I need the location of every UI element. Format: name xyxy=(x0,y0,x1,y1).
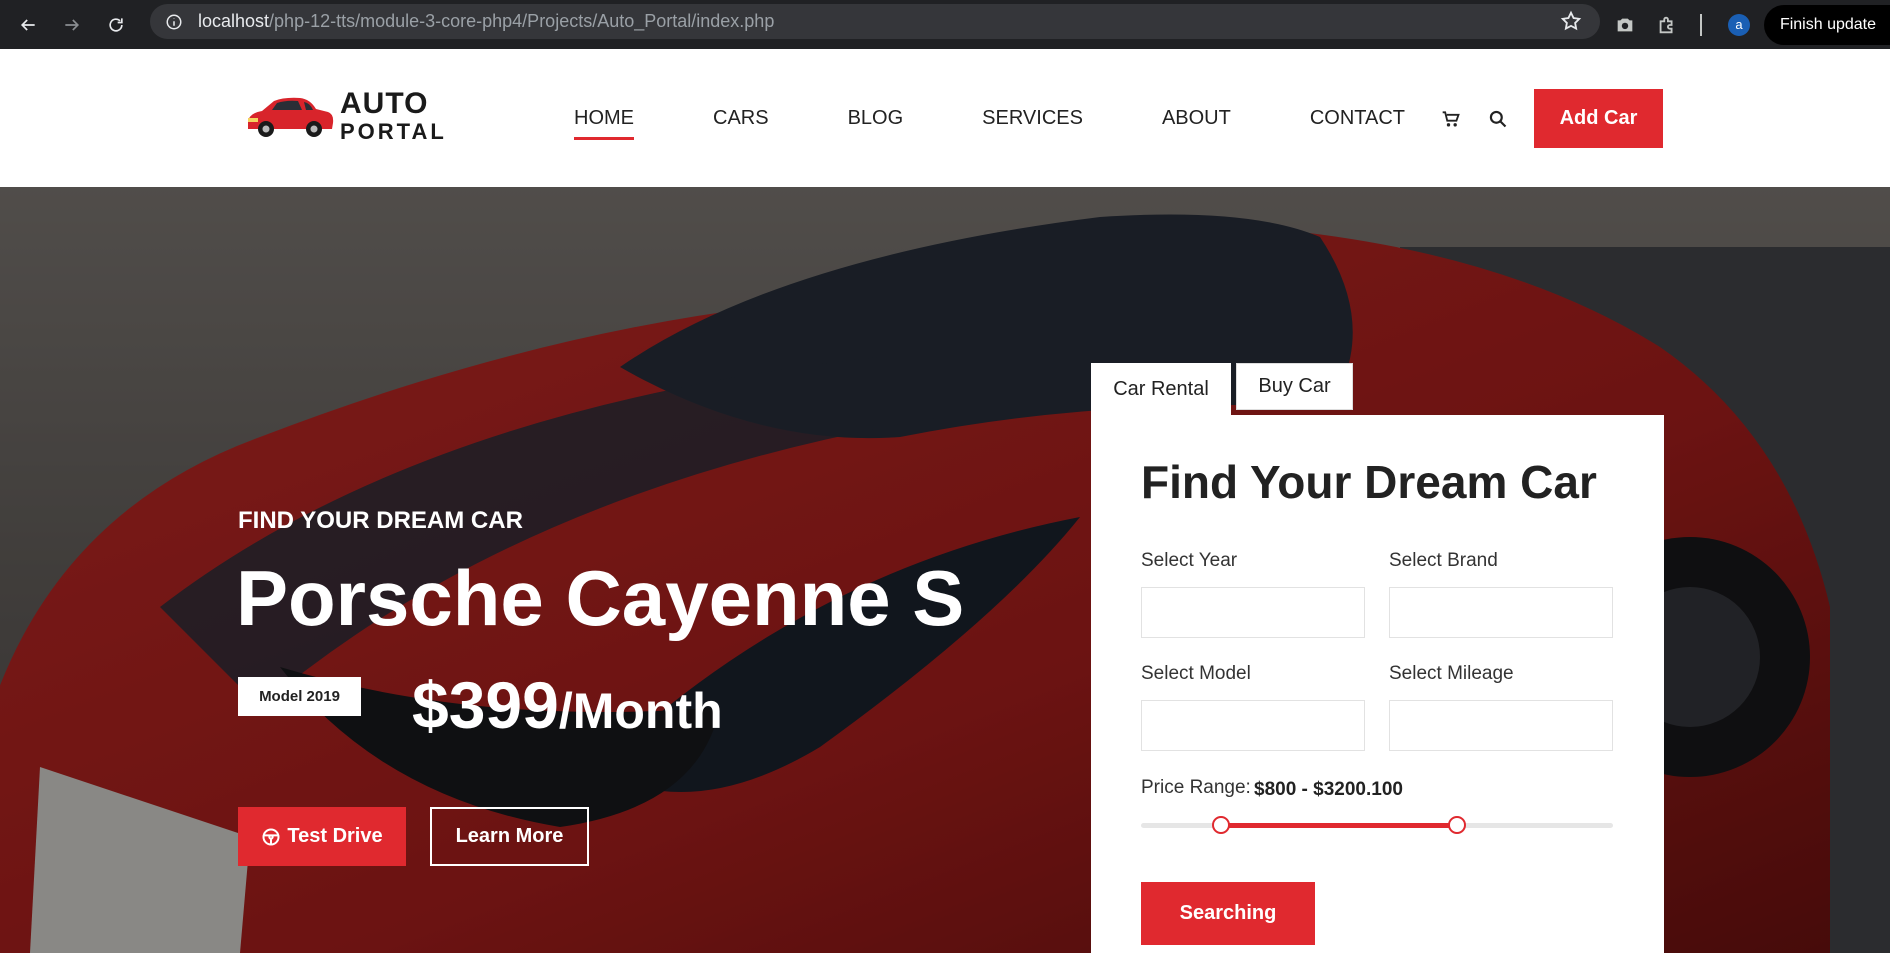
nav-services[interactable]: SERVICES xyxy=(982,107,1083,140)
forward-button[interactable] xyxy=(50,5,94,45)
hero-eyebrow: FIND YOUR DREAM CAR xyxy=(238,507,523,534)
search-submit-button[interactable]: Searching xyxy=(1141,882,1315,945)
back-button[interactable] xyxy=(6,5,50,45)
test-drive-label: Test Drive xyxy=(287,825,383,847)
model-select[interactable] xyxy=(1141,700,1365,751)
site-info-icon[interactable] xyxy=(164,12,184,32)
reload-button[interactable] xyxy=(94,5,138,45)
nav-cars[interactable]: CARS xyxy=(713,107,769,140)
search-title: Find Your Dream Car xyxy=(1141,456,1597,508)
search-card: Find Your Dream Car Select Year Select B… xyxy=(1091,415,1664,953)
add-car-button[interactable]: Add Car xyxy=(1534,89,1663,148)
hero-headline: Porsche Cayenne S xyxy=(236,554,965,642)
browser-toolbar: localhost/php-12-tts/module-3-core-php4/… xyxy=(0,0,1890,49)
screenshot-camera-icon[interactable] xyxy=(1604,5,1646,45)
mileage-label: Select Mileage xyxy=(1389,663,1514,684)
site-header: AUTO PORTAL HOME CARS BLOG SERVICES ABOU… xyxy=(0,49,1890,187)
nav-contact[interactable]: CONTACT xyxy=(1310,107,1405,140)
nav-home[interactable]: HOME xyxy=(574,107,634,140)
finish-update-button[interactable]: Finish update xyxy=(1763,4,1890,45)
car-logo-icon xyxy=(248,97,334,137)
year-select[interactable] xyxy=(1141,587,1365,638)
nav-about[interactable]: ABOUT xyxy=(1162,107,1231,140)
learn-more-button[interactable]: Learn More xyxy=(430,807,589,866)
nav-blog[interactable]: BLOG xyxy=(848,107,904,140)
model-label: Select Model xyxy=(1141,663,1251,684)
arrow-right-icon xyxy=(65,18,80,31)
toolbar-divider xyxy=(1699,13,1702,36)
site-logo[interactable]: AUTO PORTAL xyxy=(244,89,447,143)
reload-icon xyxy=(109,17,123,32)
main-nav: HOME CARS BLOG SERVICES ABOUT CONTACT xyxy=(574,107,1405,140)
price-range-value: $800 - $3200.100 xyxy=(1254,779,1403,800)
hero-section: FIND YOUR DREAM CAR Porsche Cayenne S Mo… xyxy=(0,187,1890,953)
test-drive-button[interactable]: Test Drive xyxy=(238,807,406,866)
price-range-max-handle[interactable] xyxy=(1448,816,1467,834)
price-range-label: Price Range: xyxy=(1141,777,1251,798)
logo-text-auto: AUTO xyxy=(340,87,429,120)
tab-car-rental[interactable]: Car Rental xyxy=(1091,363,1231,415)
logo-text-portal: PORTAL xyxy=(340,119,447,144)
mileage-select[interactable] xyxy=(1389,700,1613,751)
bookmark-star-icon[interactable] xyxy=(1560,10,1582,32)
hero-price: $399/Month xyxy=(412,667,723,743)
price-period: /Month xyxy=(558,683,723,739)
extensions-puzzle-icon[interactable] xyxy=(1646,5,1688,45)
address-bar[interactable]: localhost/php-12-tts/module-3-core-php4/… xyxy=(150,4,1600,39)
brand-label: Select Brand xyxy=(1389,550,1498,571)
arrow-left-icon xyxy=(20,18,35,31)
year-label: Select Year xyxy=(1141,550,1238,571)
price-range-slider[interactable] xyxy=(1141,816,1613,834)
url-text: localhost/php-12-tts/module-3-core-php4/… xyxy=(198,11,775,31)
search-icon[interactable] xyxy=(1488,109,1508,129)
price-amount: $399 xyxy=(412,668,559,742)
model-badge: Model 2019 xyxy=(238,677,361,716)
price-range-fill xyxy=(1221,823,1458,828)
tab-buy-car[interactable]: Buy Car xyxy=(1236,363,1353,410)
price-range-min-handle[interactable] xyxy=(1212,816,1231,834)
cart-icon[interactable] xyxy=(1441,109,1461,129)
brand-select[interactable] xyxy=(1389,587,1613,638)
steering-wheel-icon xyxy=(262,828,280,845)
profile-avatar[interactable]: a xyxy=(1727,13,1750,36)
